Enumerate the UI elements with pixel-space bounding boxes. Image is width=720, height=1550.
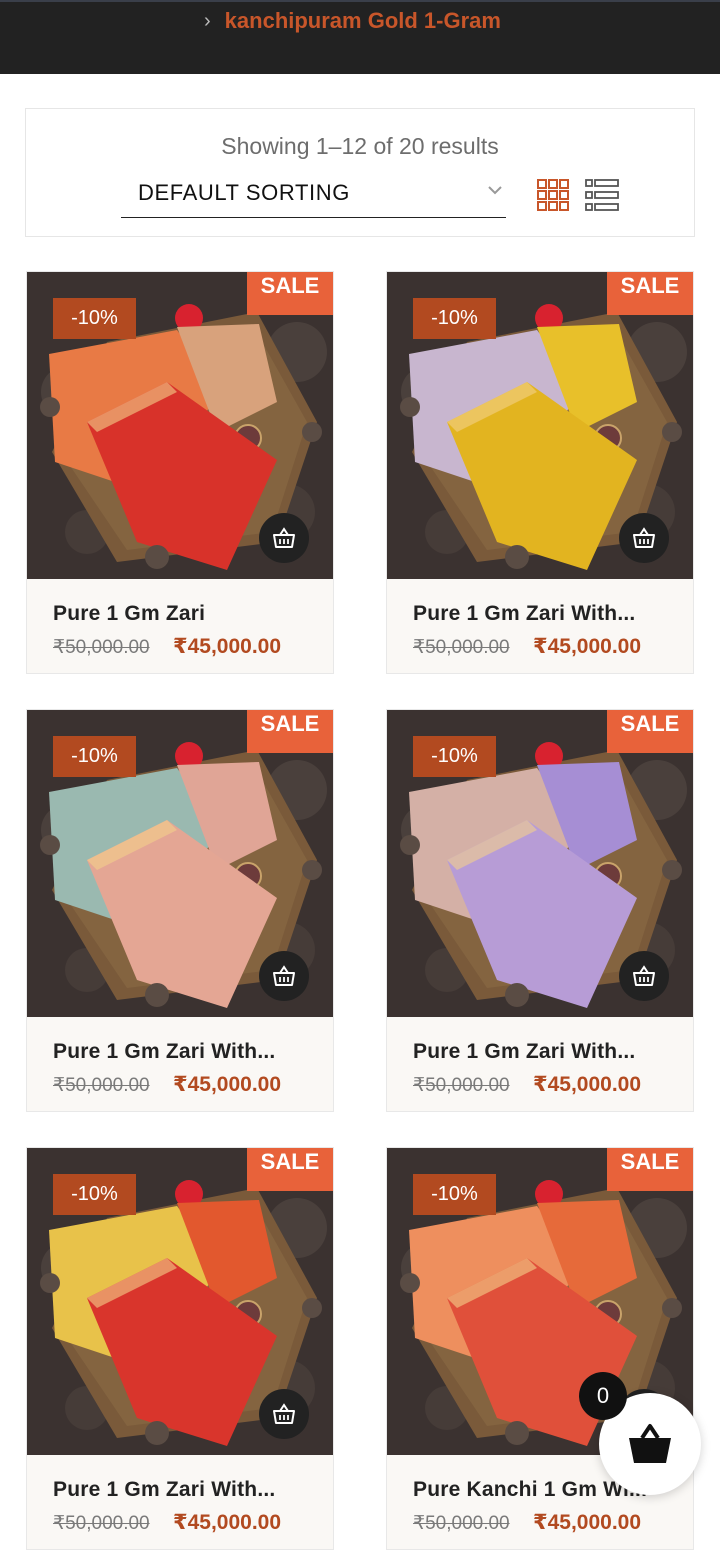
basket-icon: [273, 1403, 295, 1424]
list-view-icon[interactable]: [585, 179, 619, 211]
product-image[interactable]: SALE -10%: [387, 272, 693, 579]
basket-icon: [629, 1424, 671, 1463]
add-to-cart-button[interactable]: [259, 951, 309, 1001]
regular-price: ₹50,000.00: [413, 637, 510, 658]
product-title-link[interactable]: Pure 1 Gm Zari With...: [413, 1040, 683, 1064]
add-to-cart-button[interactable]: [619, 513, 669, 563]
chevron-down-icon: [488, 186, 502, 195]
sale-price: ₹45,000.00: [533, 1511, 642, 1534]
basket-icon: [633, 965, 655, 986]
product-card[interactable]: SALE -10% Pure 1 Gm Zari With... ₹50,000…: [386, 271, 694, 674]
sort-select-label: DEFAULT SORTING: [138, 180, 350, 205]
add-to-cart-button[interactable]: [259, 1389, 309, 1439]
regular-price: ₹50,000.00: [413, 1513, 510, 1534]
product-card[interactable]: SALE -10% Pure 1 Gm Zari With... ₹50,000…: [26, 709, 334, 1112]
product-image[interactable]: SALE -10%: [27, 710, 333, 1017]
discount-badge: -10%: [53, 298, 136, 339]
discount-badge: -10%: [53, 736, 136, 777]
basket-icon: [273, 527, 295, 548]
breadcrumb: › kanchipuram Gold 1-Gram: [204, 8, 501, 34]
result-count: Showing 1–12 of 20 results: [221, 133, 499, 159]
sale-price: ₹45,000.00: [533, 1073, 642, 1096]
regular-price: ₹50,000.00: [413, 1075, 510, 1096]
add-to-cart-button[interactable]: [619, 951, 669, 1001]
sale-price: ₹45,000.00: [173, 1073, 282, 1096]
product-image[interactable]: SALE -10%: [27, 272, 333, 579]
product-card[interactable]: SALE -10% Pure 1 Gm Zari ₹50,000.00 ₹45,…: [26, 271, 334, 674]
cart-count-badge: 0: [579, 1372, 627, 1420]
add-to-cart-button[interactable]: [259, 513, 309, 563]
grid-view-icon[interactable]: [537, 179, 569, 211]
basket-icon: [633, 527, 655, 548]
sale-badge: SALE: [247, 1148, 333, 1191]
product-card[interactable]: SALE -10% Pure 1 Gm Zari With... ₹50,000…: [386, 709, 694, 1112]
breadcrumb-category-link[interactable]: kanchipuram Gold 1-Gram: [225, 8, 501, 34]
product-title-link[interactable]: Pure 1 Gm Zari With...: [53, 1478, 323, 1502]
sale-price: ₹45,000.00: [533, 635, 642, 658]
sale-price: ₹45,000.00: [173, 635, 282, 658]
discount-badge: -10%: [413, 1174, 496, 1215]
regular-price: ₹50,000.00: [53, 1513, 150, 1534]
product-title-link[interactable]: Pure 1 Gm Zari: [53, 602, 323, 626]
product-card[interactable]: SALE -10% Pure 1 Gm Zari With... ₹50,000…: [26, 1147, 334, 1550]
regular-price: ₹50,000.00: [53, 637, 150, 658]
sale-badge: SALE: [247, 272, 333, 315]
product-title-link[interactable]: Pure 1 Gm Zari With...: [413, 602, 683, 626]
sale-badge: SALE: [247, 710, 333, 753]
discount-badge: -10%: [413, 736, 496, 777]
sale-badge: SALE: [607, 1148, 693, 1191]
top-header: › kanchipuram Gold 1-Gram: [0, 0, 720, 74]
sort-select[interactable]: DEFAULT SORTING: [121, 171, 506, 218]
basket-icon: [273, 965, 295, 986]
discount-badge: -10%: [53, 1174, 136, 1215]
discount-badge: -10%: [413, 298, 496, 339]
product-title-link[interactable]: Pure 1 Gm Zari With...: [53, 1040, 323, 1064]
shop-toolbar: Showing 1–12 of 20 results DEFAULT SORTI…: [25, 108, 695, 237]
regular-price: ₹50,000.00: [53, 1075, 150, 1096]
sale-badge: SALE: [607, 710, 693, 753]
sale-badge: SALE: [607, 272, 693, 315]
product-image[interactable]: SALE -10%: [27, 1148, 333, 1455]
product-image[interactable]: SALE -10%: [387, 710, 693, 1017]
sale-price: ₹45,000.00: [173, 1511, 282, 1534]
breadcrumb-separator: ›: [204, 10, 211, 32]
